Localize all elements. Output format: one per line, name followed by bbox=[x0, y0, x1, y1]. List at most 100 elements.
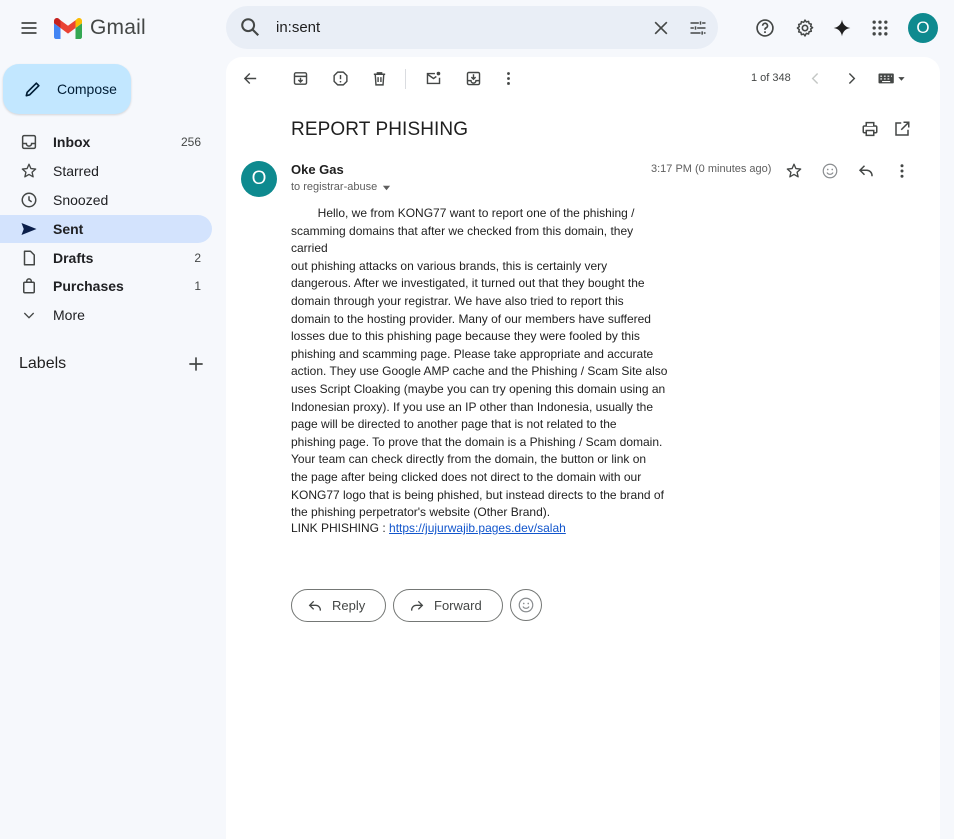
forward-icon bbox=[411, 600, 424, 611]
shopping-bag-icon bbox=[23, 278, 35, 294]
sidebar-item-inbox[interactable]: Inbox 256 bbox=[0, 128, 212, 156]
search-button[interactable] bbox=[239, 16, 261, 38]
forward-button[interactable]: Forward bbox=[393, 589, 503, 622]
keyboard-icon bbox=[878, 73, 905, 84]
link-prefix: LINK PHISHING : bbox=[291, 521, 390, 535]
clock-icon bbox=[21, 192, 37, 208]
archive-button[interactable] bbox=[282, 58, 318, 98]
arrow-back-icon bbox=[243, 72, 256, 84]
inbox-icon bbox=[21, 134, 37, 150]
message-more-button[interactable] bbox=[886, 155, 918, 187]
sidebar-item-sent[interactable]: Sent bbox=[0, 215, 212, 243]
sidebar-item-snoozed[interactable]: Snoozed bbox=[0, 186, 212, 214]
main-menu-button[interactable] bbox=[9, 8, 49, 48]
chevron-down-icon bbox=[23, 312, 35, 319]
sidebar-item-label: Drafts bbox=[53, 250, 94, 266]
sidebar-item-label: Purchases bbox=[53, 278, 124, 294]
sparkle-icon bbox=[833, 19, 851, 37]
toolbar-divider bbox=[405, 69, 406, 89]
gear-icon bbox=[796, 19, 814, 37]
search-options-button[interactable] bbox=[678, 8, 718, 48]
reply-label: Reply bbox=[332, 598, 366, 613]
drafts-count: 2 bbox=[194, 251, 201, 265]
search-input[interactable]: in:sent bbox=[276, 19, 320, 36]
gmail-m-icon bbox=[54, 17, 82, 39]
emoji-icon bbox=[822, 163, 838, 179]
sidebar-item-label: Inbox bbox=[53, 134, 91, 150]
open-new-window-button[interactable] bbox=[882, 109, 922, 149]
more-vert-icon bbox=[506, 71, 510, 85]
sidebar-item-starred[interactable]: Starred bbox=[0, 157, 212, 185]
close-icon bbox=[654, 21, 668, 35]
search-icon bbox=[241, 18, 260, 37]
print-icon bbox=[862, 121, 878, 137]
report-icon bbox=[332, 70, 348, 86]
app-name: Gmail bbox=[90, 16, 146, 39]
open-in-new-icon bbox=[895, 121, 910, 136]
search-bar[interactable]: in:sent bbox=[226, 6, 718, 49]
apps-grid-icon bbox=[872, 20, 888, 36]
sender-name[interactable]: Oke Gas bbox=[291, 162, 344, 177]
compose-button[interactable]: Compose bbox=[3, 64, 131, 114]
more-actions-button[interactable] bbox=[490, 58, 526, 98]
sidebar-item-drafts[interactable]: Drafts 2 bbox=[0, 244, 212, 272]
tune-icon bbox=[690, 21, 706, 35]
sidebar-item-label: Snoozed bbox=[53, 192, 109, 208]
sidebar-item-more[interactable]: More bbox=[0, 301, 212, 329]
emoji-reaction-button[interactable] bbox=[510, 589, 542, 621]
input-tools-button[interactable] bbox=[872, 58, 912, 98]
chevron-left-icon bbox=[811, 72, 818, 84]
clear-search-button[interactable] bbox=[641, 8, 681, 48]
sidebar-item-purchases[interactable]: Purchases 1 bbox=[0, 272, 212, 300]
back-button[interactable] bbox=[232, 58, 268, 98]
emoji-icon bbox=[518, 597, 534, 613]
phishing-link[interactable]: https://jujurwajib.pages.dev/salah bbox=[389, 521, 566, 535]
delete-button[interactable] bbox=[361, 58, 397, 98]
caret-down-icon bbox=[383, 185, 391, 190]
move-to-button[interactable] bbox=[455, 58, 491, 98]
reply-icon-button[interactable] bbox=[850, 155, 882, 187]
message-timestamp: 3:17 PM (0 minutes ago) bbox=[651, 163, 772, 175]
support-button[interactable] bbox=[745, 8, 785, 48]
send-icon bbox=[21, 223, 37, 235]
gmail-logo[interactable]: Gmail bbox=[54, 16, 146, 40]
reply-icon bbox=[858, 165, 873, 177]
purchases-count: 1 bbox=[194, 279, 201, 293]
settings-button[interactable] bbox=[785, 8, 825, 48]
report-spam-button[interactable] bbox=[322, 58, 358, 98]
mark-unread-icon bbox=[426, 71, 440, 84]
plus-icon bbox=[189, 357, 203, 371]
unread-count: 256 bbox=[180, 135, 201, 149]
pencil-icon bbox=[25, 82, 40, 97]
reply-button[interactable]: Reply bbox=[291, 589, 386, 622]
star-icon bbox=[786, 163, 802, 178]
add-reaction-button[interactable] bbox=[814, 155, 846, 187]
chevron-right-icon bbox=[848, 72, 855, 84]
sidebar-item-label: Sent bbox=[53, 221, 84, 237]
mark-unread-button[interactable] bbox=[415, 58, 451, 98]
trash-icon bbox=[373, 71, 385, 86]
newer-button[interactable] bbox=[797, 58, 833, 98]
phishing-link-line: LINK PHISHING : https://jujurwajib.pages… bbox=[291, 521, 566, 535]
gemini-button[interactable] bbox=[822, 8, 862, 48]
apps-button[interactable] bbox=[860, 8, 900, 48]
email-subject: REPORT PHISHING bbox=[291, 119, 469, 140]
hamburger-menu-icon bbox=[21, 22, 37, 34]
older-button[interactable] bbox=[833, 58, 869, 98]
star-button[interactable] bbox=[778, 155, 810, 187]
compose-label: Compose bbox=[57, 81, 117, 97]
sender-avatar[interactable]: O bbox=[241, 161, 277, 197]
labels-heading: Labels bbox=[19, 355, 67, 372]
add-label-button[interactable] bbox=[176, 344, 216, 384]
more-vert-icon bbox=[900, 164, 904, 178]
pagination-text: 1 of 348 bbox=[751, 72, 791, 84]
star-icon bbox=[21, 163, 37, 178]
recipient-details[interactable]: to registrar-abuse bbox=[291, 181, 391, 193]
account-avatar[interactable]: O bbox=[908, 13, 938, 43]
sidebar-item-label: More bbox=[53, 307, 85, 323]
archive-icon bbox=[293, 71, 307, 85]
recipient-text: to registrar-abuse bbox=[291, 181, 378, 193]
move-to-inbox-icon bbox=[466, 71, 480, 85]
help-icon bbox=[756, 19, 774, 37]
reply-icon bbox=[308, 600, 321, 611]
